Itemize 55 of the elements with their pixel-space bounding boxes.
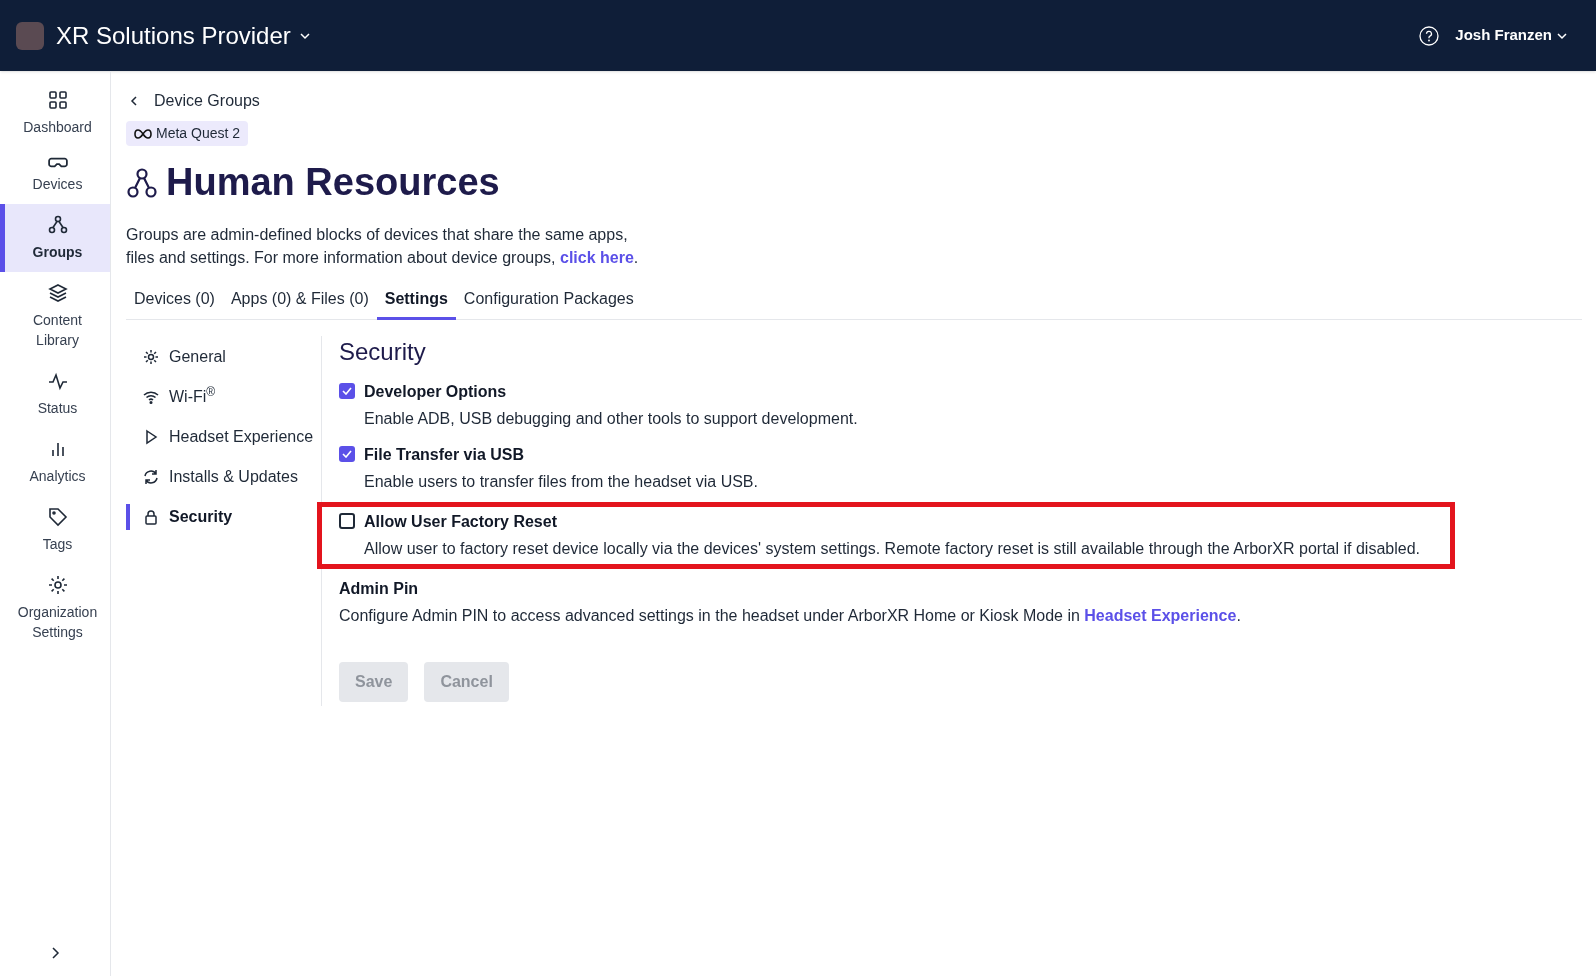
lock-icon [142, 508, 160, 526]
settings-nav-item[interactable]: Wi-Fi$^{®}$ [126, 384, 321, 410]
sidebar-item[interactable]: Status [0, 360, 110, 428]
settings-nav-item[interactable]: General [126, 344, 321, 370]
tab[interactable]: Settings [376, 285, 456, 320]
check-icon [342, 387, 352, 395]
tab[interactable]: Devices (0) [126, 285, 223, 320]
settings-nav-item[interactable]: Headset Experience [126, 424, 321, 450]
option-label: Developer Options [364, 382, 508, 402]
sidebar-item[interactable]: Tags [0, 496, 110, 564]
headset-icon [47, 157, 68, 168]
checkbox[interactable] [339, 383, 355, 399]
caret-icon [298, 31, 311, 40]
section-title: Security [339, 337, 427, 367]
checkbox[interactable] [339, 446, 355, 462]
section-heading: Admin Pin [339, 579, 420, 599]
caret-icon [1556, 31, 1568, 40]
grid-icon [46, 89, 69, 111]
option-description: Allow user to factory reset device locally via the devices' system settings. Remote factory reset is still available through the ArborXR portal if disabled. [364, 539, 1420, 559]
organization-switcher[interactable]: XR Solutions Provider [56, 17, 311, 54]
settings-nav-item[interactable]: Installs & Updates [126, 464, 321, 490]
option-label: Allow User Factory Reset [364, 512, 558, 532]
admin-pin-description: Configure Admin PIN to access advanced settings in the headset under ArborXR Home or Kiosk Mode in Headset Experience. [339, 606, 1242, 626]
option-label: File Transfer via USB [364, 445, 526, 465]
tag-icon [46, 506, 69, 528]
link[interactable]: click here [560, 249, 634, 266]
help-icon[interactable] [1419, 25, 1440, 46]
check-icon [342, 450, 352, 458]
option-description: Enable users to transfer files from the headset via USB. [364, 472, 758, 492]
sidebar-item[interactable]: Analytics [0, 428, 110, 496]
link[interactable]: Headset Experience [1084, 607, 1237, 624]
wifi-icon [142, 388, 160, 406]
sidebar-item[interactable]: Organization Settings [0, 564, 110, 652]
group-icon [46, 214, 69, 236]
sidebar-item[interactable]: Devices [0, 147, 110, 204]
refresh-icon [142, 468, 160, 486]
sidebar-item[interactable]: Groups [0, 204, 110, 272]
layers-icon [46, 282, 69, 304]
device-badge: Meta Quest 2 [126, 121, 249, 146]
option-description: Enable ADB, USB debugging and other tools to support development. [364, 409, 858, 429]
tab[interactable]: Configuration Packages [455, 285, 642, 320]
sidebar-item[interactable]: Content Library [0, 272, 110, 360]
back-link[interactable]: Device Groups [126, 89, 1582, 113]
description: Groups are admin-defined blocks of devices that share the same apps, files and settings. For more information about device groups, click here. [126, 225, 640, 268]
tab[interactable]: Apps (0) & Files (0) [222, 285, 377, 320]
infinity-icon [134, 128, 152, 139]
back-icon [130, 95, 138, 107]
settings-nav-item[interactable]: Security [126, 504, 321, 530]
organization-logo [16, 21, 44, 50]
checkbox[interactable] [339, 513, 355, 529]
user-menu[interactable]: Josh Franzen [1455, 24, 1568, 47]
expand-icon[interactable] [49, 946, 61, 960]
page-title: Human Resources [166, 160, 500, 205]
group-icon [126, 166, 158, 199]
sidebar-item[interactable]: Dashboard [0, 79, 110, 147]
